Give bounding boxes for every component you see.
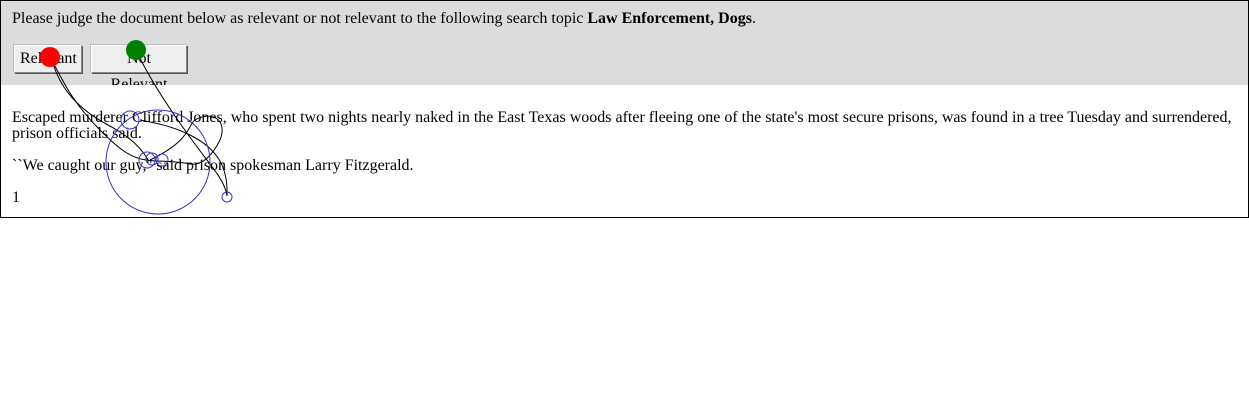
document-panel: Escaped murderer Clifford Jones, who spe… <box>0 85 1249 218</box>
page-number: 1 <box>12 189 20 206</box>
not-relevant-button[interactable]: Not Relevant <box>91 45 187 93</box>
judgment-panel: Please judge the document below as relev… <box>0 0 1249 93</box>
prompt-text: Please judge the document below as relev… <box>12 10 588 27</box>
search-topic: Law Enforcement, Dogs <box>587 10 752 27</box>
page: Please judge the document below as relev… <box>0 0 1249 400</box>
document-body: Escaped murderer Clifford Jones, who spe… <box>12 110 1240 206</box>
judgment-prompt: Please judge the document below as relev… <box>12 9 756 29</box>
document-paragraph: ``We caught our guy,'' said prison spoke… <box>12 157 414 174</box>
document-paragraph: Escaped murderer Clifford Jones, who spe… <box>12 109 1232 142</box>
prompt-suffix: . <box>751 10 756 27</box>
relevant-button[interactable]: Relevant <box>14 45 82 73</box>
